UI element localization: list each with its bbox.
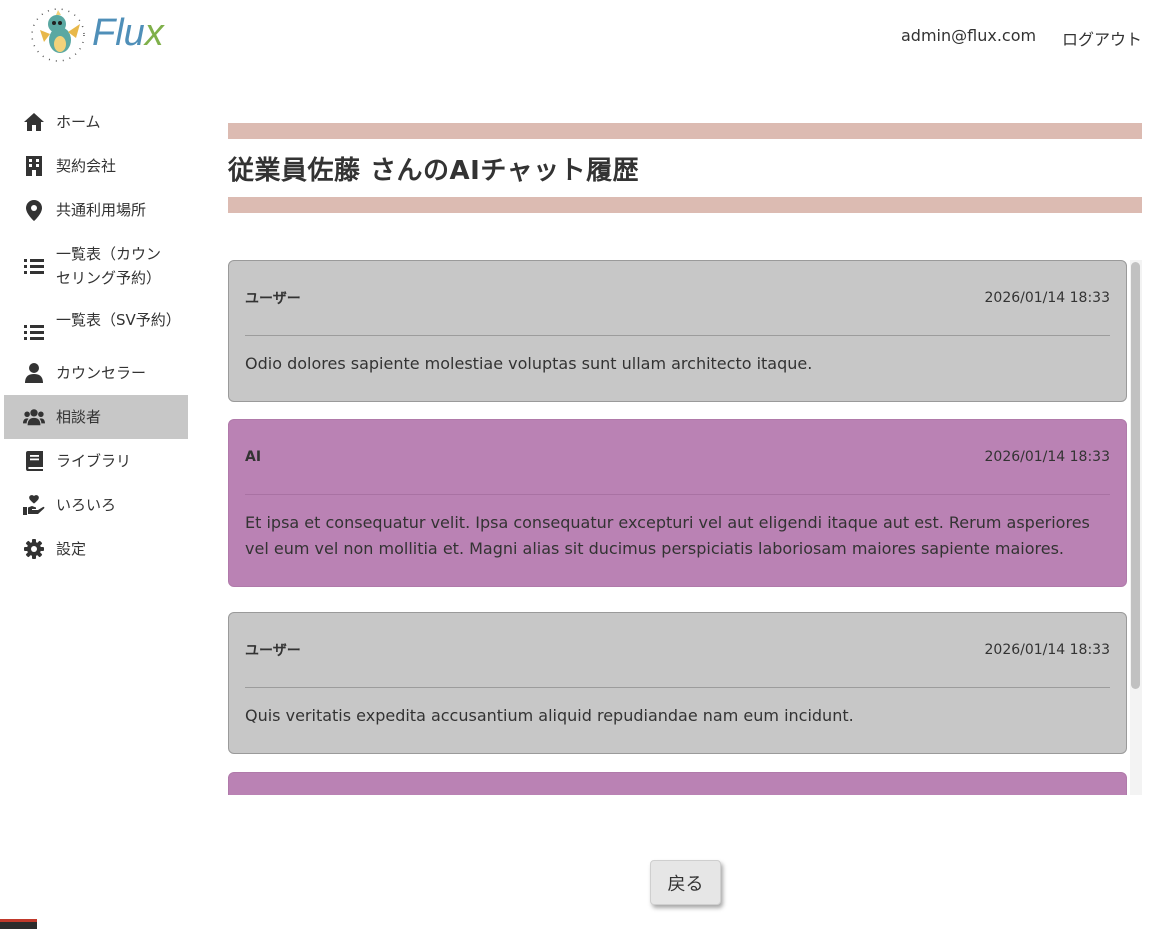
location-pin-icon <box>23 199 45 221</box>
sidebar-item-counselors[interactable]: カウンセラー <box>4 351 188 395</box>
back-button[interactable]: 戻る <box>650 860 721 905</box>
message-text: Odio dolores sapiente molestiae voluptas… <box>245 354 813 373</box>
sidebar-item-label: ライブラリ <box>56 452 132 470</box>
sidebar-item-library[interactable]: ライブラリ <box>4 439 188 483</box>
message-timestamp: 2026/01/14 18:33 <box>984 449 1111 465</box>
building-icon <box>23 155 45 177</box>
message-timestamp: 2026/01/14 18:33 <box>984 290 1111 306</box>
user-email: admin@flux.com <box>901 26 1037 45</box>
sidebar-item-label: いろいろ <box>56 496 117 514</box>
chat-message-partial <box>228 772 1127 795</box>
sidebar-item-label: 一覧表（カウンセリング予約） <box>56 245 162 287</box>
dragon-mascot-icon <box>31 8 85 62</box>
logo-text: Flux <box>92 11 164 54</box>
sidebar-item-label: 設定 <box>56 540 87 558</box>
chat-message-header: ユーザー 2026/01/14 18:33 <box>245 613 1110 688</box>
people-icon <box>23 406 45 428</box>
message-text: Quis veritatis expedita accusantium aliq… <box>245 706 854 725</box>
corner-indicator <box>0 919 37 929</box>
list-icon <box>23 321 45 343</box>
sidebar-item-misc[interactable]: いろいろ <box>4 483 188 527</box>
message-role: ユーザー <box>245 643 301 659</box>
logo[interactable]: Flux <box>28 6 168 64</box>
sidebar-item-label: 一覧表（SV予約） <box>56 311 181 329</box>
sidebar-nav: ホーム 契約会社 共通利用場所 一覧表（カウンセリング予約） 一覧表（SV予約）… <box>4 100 188 571</box>
chat-scrollbar-thumb[interactable] <box>1131 262 1140 689</box>
home-icon <box>23 111 45 133</box>
person-icon <box>23 362 45 384</box>
sidebar-item-counseling-reservations[interactable]: 一覧表（カウンセリング予約） <box>4 232 188 298</box>
book-icon <box>23 450 45 472</box>
message-role: AI <box>245 449 262 465</box>
hand-heart-icon <box>23 494 45 516</box>
sidebar-item-label: ホーム <box>56 113 101 131</box>
logout-link[interactable]: ログアウト <box>1062 26 1142 50</box>
title-band-bottom <box>228 197 1142 213</box>
list-icon <box>23 255 45 277</box>
sidebar-item-sv-reservations[interactable]: 一覧表（SV予約） <box>4 298 188 351</box>
sidebar-item-home[interactable]: ホーム <box>4 100 188 144</box>
chat-message-header: AI 2026/01/14 18:33 <box>245 420 1110 495</box>
page-title: 従業員佐藤 さんのAIチャット履歴 <box>228 156 640 186</box>
chat-history-list[interactable]: ユーザー 2026/01/14 18:33 Odio dolores sapie… <box>228 260 1142 795</box>
sidebar-item-shared-locations[interactable]: 共通利用場所 <box>4 188 188 232</box>
sidebar-item-label: 契約会社 <box>56 157 117 175</box>
sidebar-item-settings[interactable]: 設定 <box>4 527 188 571</box>
sidebar-item-contract-companies[interactable]: 契約会社 <box>4 144 188 188</box>
chat-message: ユーザー 2026/01/14 18:33 Odio dolores sapie… <box>228 260 1127 402</box>
chat-message: AI 2026/01/14 18:33 Et ipsa et consequat… <box>228 419 1127 587</box>
gear-icon <box>23 538 45 560</box>
chat-message-header: ユーザー 2026/01/14 18:33 <box>245 261 1110 336</box>
sidebar-item-label: カウンセラー <box>56 364 147 382</box>
title-band-top <box>228 123 1142 139</box>
chat-message: ユーザー 2026/01/14 18:33 Quis veritatis exp… <box>228 612 1127 754</box>
message-text: Et ipsa et consequatur velit. Ipsa conse… <box>245 513 1090 558</box>
message-role: ユーザー <box>245 291 301 307</box>
sidebar-item-label: 共通利用場所 <box>56 201 147 219</box>
sidebar-item-label: 相談者 <box>56 408 102 426</box>
sidebar-item-clients[interactable]: 相談者 <box>4 395 188 439</box>
message-timestamp: 2026/01/14 18:33 <box>984 642 1111 658</box>
